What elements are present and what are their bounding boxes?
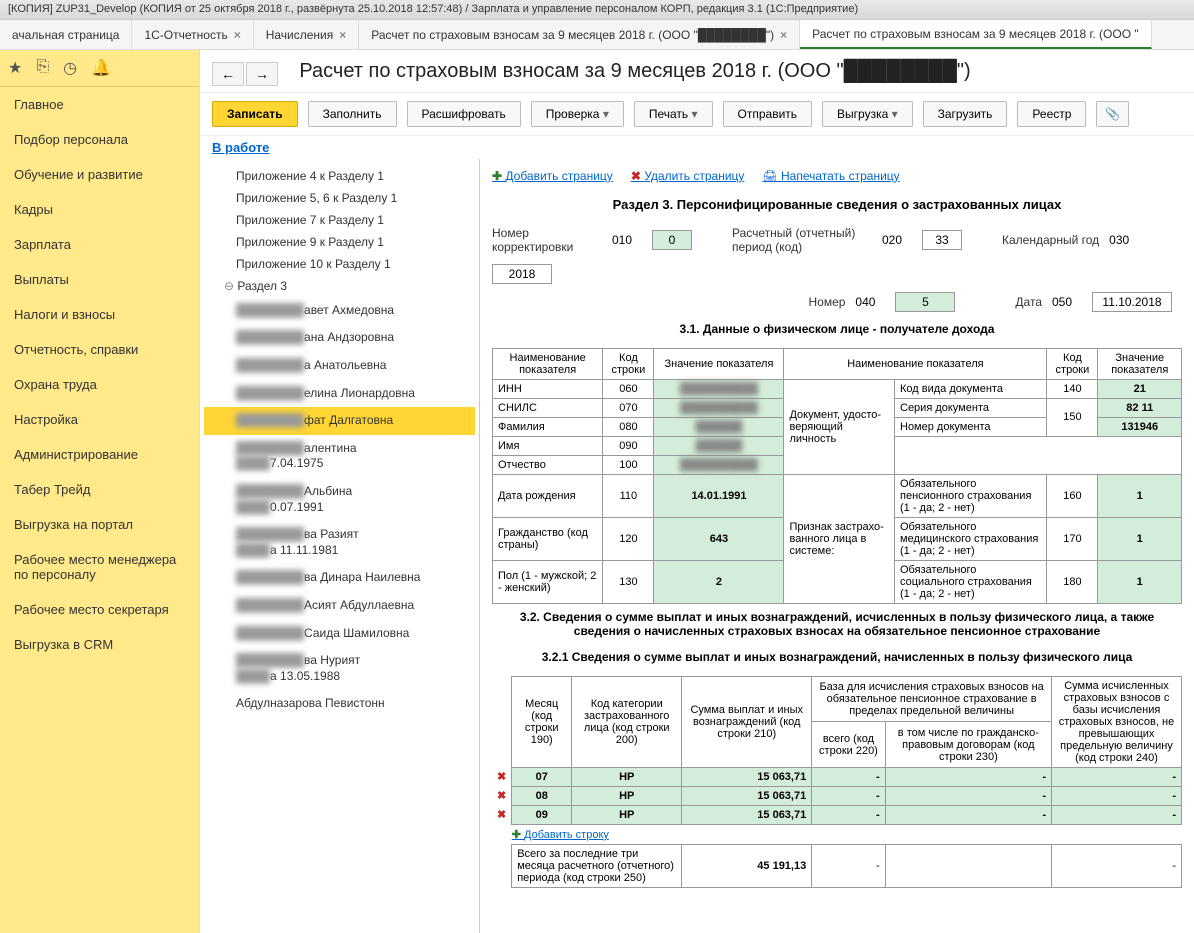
date-input[interactable]	[1092, 292, 1172, 312]
corr-input[interactable]	[652, 230, 692, 250]
fill-button[interactable]: Заполнить	[308, 101, 397, 127]
sidebar-item-secretary[interactable]: Рабочее место секретаря	[0, 592, 199, 627]
tab-start[interactable]: ачальная страница	[0, 20, 132, 49]
sidebar-item-admin[interactable]: Администрирование	[0, 437, 199, 472]
tree-panel: Приложение 4 к Разделу 1 Приложение 5, 6…	[200, 159, 480, 933]
tree-person[interactable]: ████████алентина████7.04.1975	[204, 435, 475, 478]
star-icon[interactable]: ★	[8, 58, 22, 78]
tree-person[interactable]: ████████елина Лионардовна	[204, 380, 475, 408]
send-button[interactable]: Отправить	[723, 101, 813, 127]
tree-item[interactable]: Приложение 9 к Разделу 1	[204, 231, 475, 253]
tree-person[interactable]: ████████ва Динара Наилевна	[204, 564, 475, 592]
add-page-link[interactable]: Добавить страницу	[492, 169, 613, 183]
sidebar-item-reports[interactable]: Отчетность, справки	[0, 332, 199, 367]
delete-row-icon[interactable]: ✖	[492, 767, 512, 786]
tree-person[interactable]: ████████авет Ахмедовна	[204, 297, 475, 325]
sidebar-item-crm[interactable]: Выгрузка в CRM	[0, 627, 199, 662]
close-icon[interactable]: ×	[339, 28, 346, 42]
attach-button[interactable]: 📎	[1096, 101, 1129, 127]
tree-item[interactable]: Приложение 5, 6 к Разделу 1	[204, 187, 475, 209]
sub-321-title: 3.2.1 Сведения о сумме выплат и иных воз…	[492, 644, 1182, 670]
print-page-link[interactable]: Напечатать страницу	[762, 169, 899, 183]
tree-person[interactable]: ████████Саида Шамиловна	[204, 620, 475, 648]
add-row-link[interactable]: Добавить строку	[512, 829, 609, 841]
tab-accruals[interactable]: Начисления×	[254, 20, 360, 49]
date-code: 050	[1052, 295, 1082, 309]
tree-person[interactable]: Абдулназарова Певистонн	[204, 690, 475, 718]
sidebar-item-taxes[interactable]: Налоги и взносы	[0, 297, 199, 332]
sidebar-item-recruit[interactable]: Подбор персонала	[0, 122, 199, 157]
registry-button[interactable]: Реестр	[1017, 101, 1086, 127]
table-31: Наименование показателяКод строкиЗначени…	[492, 348, 1182, 604]
close-icon[interactable]: ×	[780, 28, 787, 42]
period-input[interactable]	[922, 230, 962, 250]
tree-item[interactable]: Приложение 4 к Разделу 1	[204, 165, 475, 187]
print-button[interactable]: Печать	[634, 101, 713, 127]
sidebar-item-learning[interactable]: Обучение и развитие	[0, 157, 199, 192]
num-label: Номер	[808, 295, 845, 309]
tree-section-3[interactable]: Раздел 3	[204, 275, 475, 297]
num-input[interactable]	[895, 292, 955, 312]
sub-31-title: 3.1. Данные о физическом лице - получате…	[492, 316, 1182, 342]
sidebar-item-settings[interactable]: Настройка	[0, 402, 199, 437]
sidebar-item-taber[interactable]: Табер Трейд	[0, 472, 199, 507]
sidebar-item-manager[interactable]: Рабочее место менеджера по персоналу	[0, 542, 199, 592]
delete-row-icon[interactable]: ✖	[492, 805, 512, 824]
table-321: Месяц (код строки 190) Код категории зас…	[492, 676, 1182, 888]
period-code: 020	[882, 233, 912, 247]
decode-button[interactable]: Расшифровать	[407, 101, 521, 127]
corr-code: 010	[612, 233, 642, 247]
tree-person[interactable]: ████████а Анатольевна	[204, 352, 475, 380]
form-panel: Добавить страницу Удалить страницу Напеч…	[480, 159, 1194, 933]
window-title: [КОПИЯ] ZUP31_Develop (КОПИЯ от 25 октяб…	[0, 0, 1194, 20]
sidebar-item-payments[interactable]: Выплаты	[0, 262, 199, 297]
toolbar: Записать Заполнить Расшифровать Проверка…	[200, 93, 1194, 136]
corr-label: Номер корректировки	[492, 226, 602, 254]
sub-32-title: 3.2. Сведения о сумме выплат и иных возн…	[492, 604, 1182, 644]
tabs-row: ачальная страница 1С-Отчетность× Начисле…	[0, 20, 1194, 50]
export-button[interactable]: Выгрузка	[822, 101, 913, 127]
tree-person[interactable]: ████████Асият Абдуллаевна	[204, 592, 475, 620]
back-button[interactable]: ←	[212, 62, 244, 86]
year-label: Календарный год	[1002, 233, 1099, 247]
tree-person[interactable]: ████████Альбина████0.07.1991	[204, 478, 475, 521]
tree-person[interactable]: ████████ва Нурият████а 13.05.1988	[204, 647, 475, 690]
forward-button[interactable]: →	[246, 62, 278, 86]
sidebar-item-portal[interactable]: Выгрузка на портал	[0, 507, 199, 542]
tab-calc-1[interactable]: Расчет по страховым взносам за 9 месяцев…	[359, 20, 800, 49]
tree-person-selected[interactable]: ████████фат Далгатовна	[204, 407, 475, 435]
year-code: 030	[1109, 233, 1139, 247]
section-3-title: Раздел 3. Персонифицированные сведения о…	[492, 191, 1182, 222]
delete-row-icon[interactable]: ✖	[492, 786, 512, 805]
sidebar-item-hr[interactable]: Кадры	[0, 192, 199, 227]
clock-icon[interactable]: ◷	[63, 58, 77, 78]
save-button[interactable]: Записать	[212, 101, 298, 127]
sidebar-item-salary[interactable]: Зарплата	[0, 227, 199, 262]
close-icon[interactable]: ×	[234, 28, 241, 42]
sidebar-item-main[interactable]: Главное	[0, 87, 199, 122]
bell-icon[interactable]: 🔔	[91, 58, 111, 78]
delete-page-link[interactable]: Удалить страницу	[631, 169, 745, 183]
year-input[interactable]	[492, 264, 552, 284]
tab-calc-2[interactable]: Расчет по страховым взносам за 9 месяцев…	[800, 20, 1152, 49]
status-link[interactable]: В работе	[200, 136, 1194, 159]
page-title: Расчет по страховым взносам за 9 месяцев…	[299, 60, 970, 82]
tree-person[interactable]: ████████ва Разият████а 11.11.1981	[204, 521, 475, 564]
num-code: 040	[855, 295, 885, 309]
tree-item[interactable]: Приложение 10 к Разделу 1	[204, 253, 475, 275]
check-button[interactable]: Проверка	[531, 101, 624, 127]
tab-1c-report[interactable]: 1С-Отчетность×	[132, 20, 253, 49]
load-button[interactable]: Загрузить	[923, 101, 1008, 127]
period-label: Расчетный (отчетный) период (код)	[732, 226, 872, 254]
date-label: Дата	[1015, 295, 1042, 309]
sidebar: ★ ⎘ ◷ 🔔 Главное Подбор персонала Обучени…	[0, 50, 200, 933]
tree-item[interactable]: Приложение 7 к Разделу 1	[204, 209, 475, 231]
clipboard-icon[interactable]: ⎘	[36, 58, 49, 78]
sidebar-item-safety[interactable]: Охрана труда	[0, 367, 199, 402]
tree-person[interactable]: ████████ана Андзоровна	[204, 324, 475, 352]
